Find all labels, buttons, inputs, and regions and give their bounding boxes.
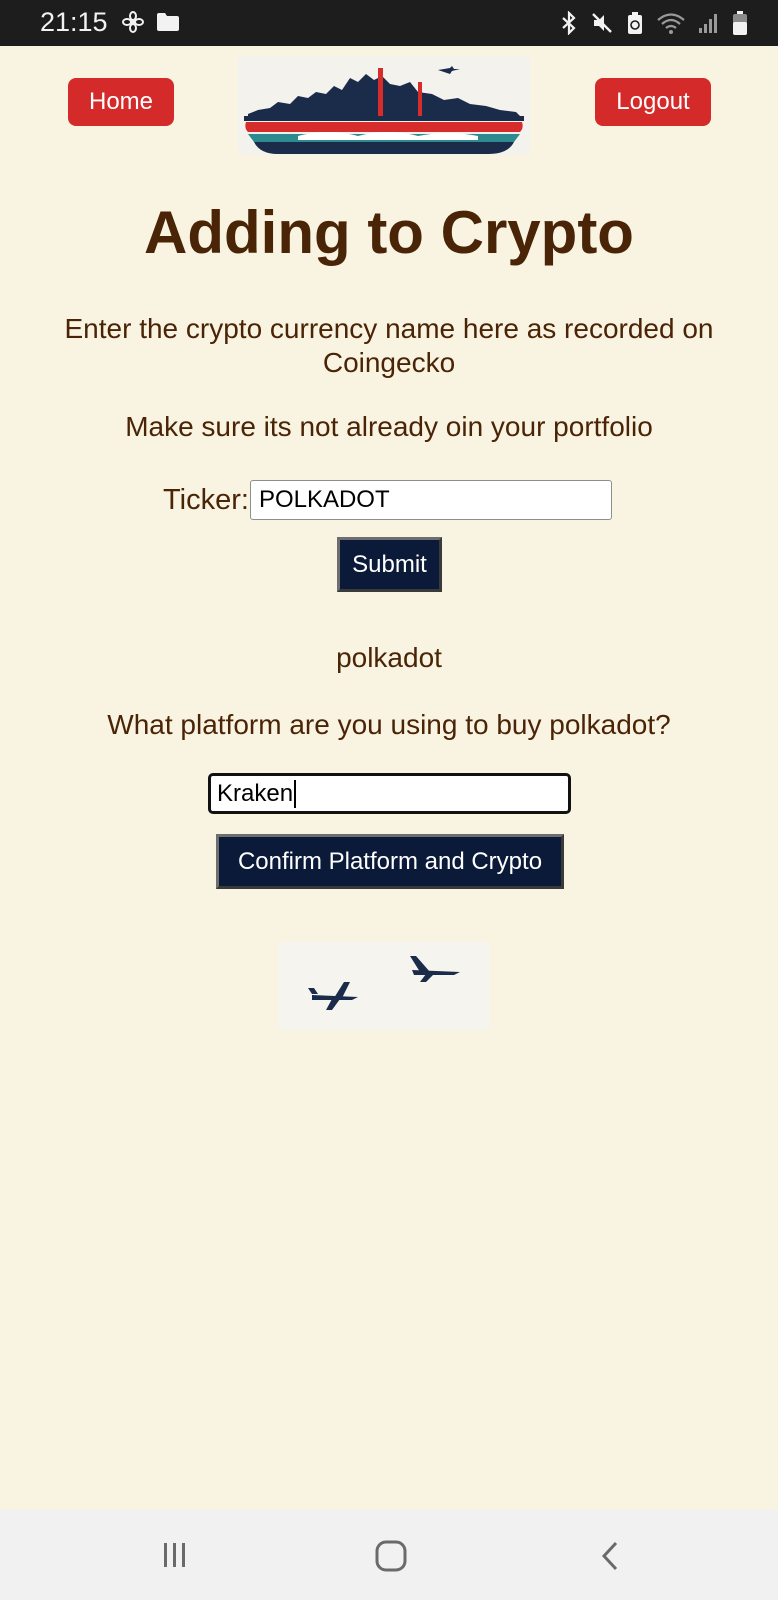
back-icon[interactable] <box>598 1540 622 1572</box>
submit-button[interactable]: Submit <box>337 537 442 592</box>
platform-input[interactable]: Kraken <box>208 773 571 814</box>
platform-value: Kraken <box>217 779 294 807</box>
text-cursor <box>294 779 297 808</box>
status-right-icons <box>560 10 748 36</box>
recent-apps-icon[interactable] <box>160 1540 190 1570</box>
ticker-row: Ticker: POLKADOT <box>163 480 612 520</box>
signal-icon <box>699 14 717 33</box>
status-time: 21:15 <box>40 7 108 37</box>
page-title: Adding to Crypto <box>144 199 634 266</box>
home-icon[interactable] <box>374 1540 408 1572</box>
two-airplanes-graphic <box>278 942 490 1030</box>
page-content: Home Logout Adding to Crypto Enter the c… <box>0 46 778 1510</box>
intro-text: Enter the crypto currency name here as r… <box>64 313 714 378</box>
folder-icon <box>157 13 179 31</box>
mute-icon <box>592 13 612 33</box>
bluetooth-icon <box>562 11 576 35</box>
coin-name: polkadot <box>336 642 442 673</box>
status-left-icons <box>122 11 180 33</box>
status-bar: 21:15 <box>0 0 778 46</box>
ticker-value: POLKADOT <box>258 486 390 513</box>
battery-icon <box>733 11 747 35</box>
warning-text: Make sure its not already oin your portf… <box>125 411 653 442</box>
system-nav-bar <box>0 1510 778 1600</box>
ticker-input[interactable]: POLKADOT <box>249 480 612 520</box>
ticker-label: Ticker: <box>163 483 249 516</box>
city-skyline-logo <box>238 56 530 155</box>
city-skyline-logo-image <box>238 56 530 155</box>
two-airplanes-image <box>278 942 490 1030</box>
fan-icon <box>122 11 144 33</box>
home-button[interactable]: Home <box>68 78 174 126</box>
confirm-platform-button[interactable]: Confirm Platform and Crypto <box>216 834 564 889</box>
platform-question: What platform are you using to buy polka… <box>107 709 671 740</box>
logout-button[interactable]: Logout <box>595 78 711 126</box>
wifi-icon <box>657 13 685 34</box>
battery-saver-icon <box>628 12 642 34</box>
